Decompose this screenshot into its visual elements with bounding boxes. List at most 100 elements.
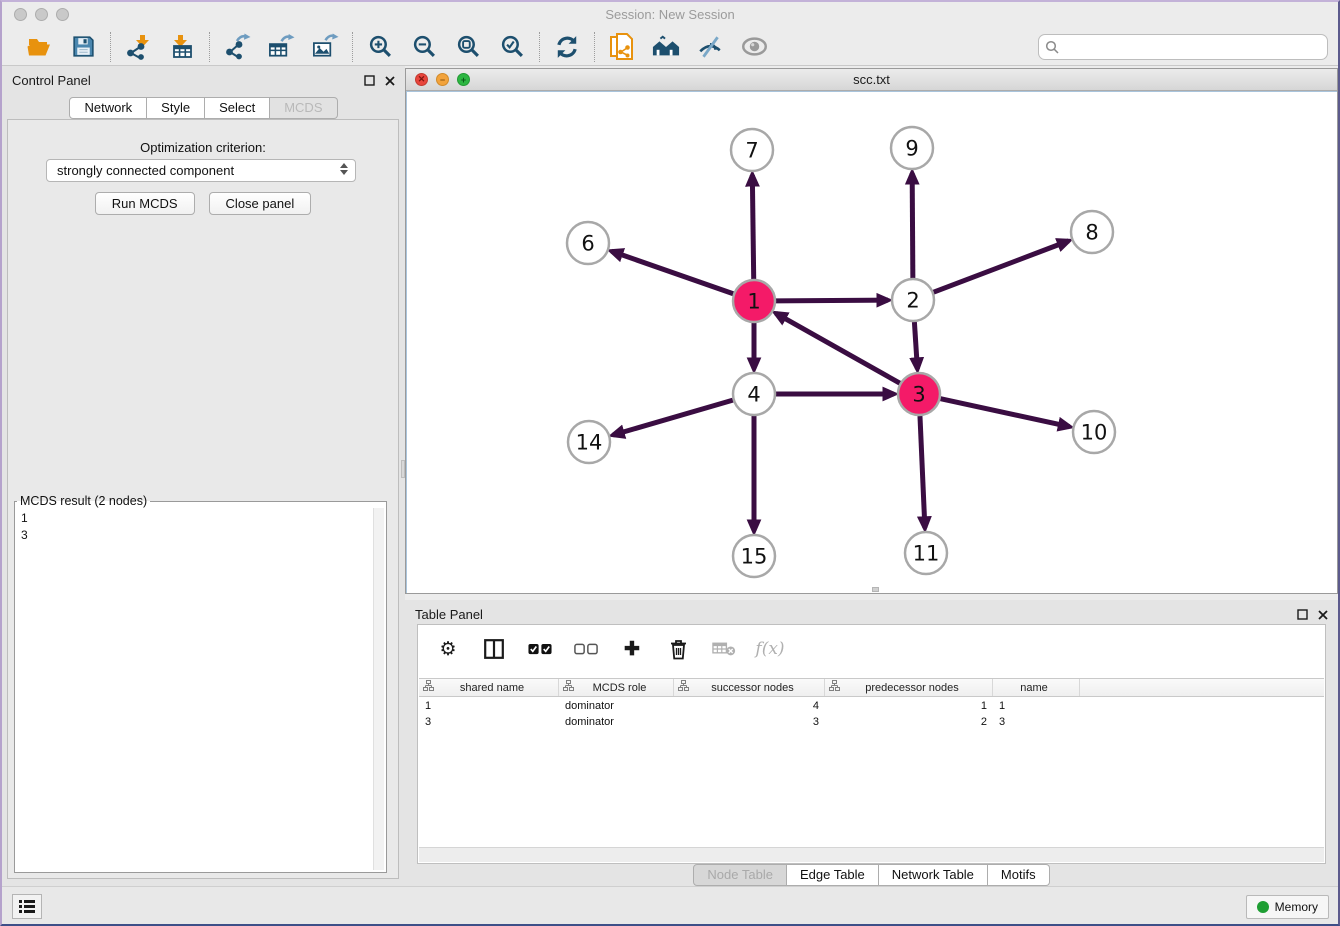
result-scrollbar[interactable] [373,508,384,870]
task-history-button[interactable] [12,894,42,919]
node-label-3: 3 [912,383,925,407]
show-graphics-details-icon[interactable] [740,33,768,61]
export-image-icon[interactable] [311,33,339,61]
apply-layout-icon[interactable] [553,33,581,61]
column-header-shared-name[interactable]: shared name [419,679,559,696]
close-panel-icon[interactable] [385,73,395,91]
table-body: 1dominator4113dominator323 [419,698,1324,730]
search-box [1038,34,1328,60]
column-header-name[interactable]: name [993,679,1080,696]
tab-node-table[interactable]: Node Table [693,864,787,886]
memory-button-label: Memory [1275,900,1318,914]
cell-name[interactable]: 1 [993,700,1080,712]
select-all-columns-icon[interactable] [528,637,552,661]
tab-style[interactable]: Style [147,97,205,119]
open-file-icon[interactable] [25,33,53,61]
show-columns-icon[interactable] [482,637,506,661]
node-label-15: 15 [741,545,768,569]
node-label-10: 10 [1081,421,1108,445]
title-bar: Session: New Session [2,2,1338,28]
mcds-result-text[interactable]: 1 3 [17,508,372,870]
import-network-icon[interactable] [124,33,152,61]
edge-3-1[interactable] [776,313,900,383]
node-label-2: 2 [906,289,919,313]
edge-1-6[interactable] [612,251,734,293]
flat-hierarchy-icon [563,680,574,695]
edge-1-7[interactable] [752,175,753,279]
unselect-all-columns-icon[interactable] [574,637,598,661]
edge-3-11[interactable] [920,416,925,528]
cell-mcds-role[interactable]: dominator [559,716,674,728]
tab-motifs[interactable]: Motifs [988,864,1050,886]
status-bar: Memory [2,886,1338,924]
table-row[interactable]: 3dominator323 [419,714,1324,730]
column-header-label: predecessor nodes [840,682,992,694]
main-toolbar [2,28,1338,66]
network-canvas[interactable]: 1234678910111415 [406,91,1337,593]
edge-4-14[interactable] [613,400,733,435]
window-title: Session: New Session [2,7,1338,22]
mcds-result-box: MCDS result (2 nodes) 1 3 [14,494,387,873]
table-row[interactable]: 1dominator411 [419,698,1324,714]
export-table-icon[interactable] [267,33,295,61]
cell-predecessor-nodes[interactable]: 1 [825,700,993,712]
import-table-icon[interactable] [168,33,196,61]
table-panel: Table Panel ⚙ ✚ [405,600,1338,888]
node-label-11: 11 [913,542,940,566]
cell-shared-name[interactable]: 1 [419,700,559,712]
flat-hierarchy-icon [829,680,840,695]
dropdown-stepper-icon [340,163,348,175]
zoom-in-icon[interactable] [366,33,394,61]
memory-button[interactable]: Memory [1246,895,1329,919]
tab-network-table[interactable]: Network Table [879,864,988,886]
application-window: Session: New Session [0,0,1340,926]
control-panel-title: Control Panel [12,73,91,88]
search-input[interactable] [1038,34,1328,60]
close-panel-button[interactable]: Close panel [209,192,312,215]
control-panel-tabs: NetworkStyleSelectMCDS [2,97,405,119]
edge-1-2[interactable] [776,300,888,301]
cell-name[interactable]: 3 [993,716,1080,728]
run-mcds-button[interactable]: Run MCDS [95,192,195,215]
column-header-mcds-role[interactable]: MCDS role [559,679,674,696]
canvas-grip[interactable] [872,587,879,592]
edge-2-9[interactable] [912,173,913,278]
save-session-icon[interactable] [69,33,97,61]
float-panel-icon[interactable] [364,73,375,91]
zoom-selected-icon[interactable] [498,33,526,61]
add-column-icon[interactable]: ✚ [620,637,644,661]
cell-predecessor-nodes[interactable]: 2 [825,716,993,728]
column-header-predecessor-nodes[interactable]: predecessor nodes [825,679,993,696]
hide-panels-icon[interactable] [696,33,724,61]
network-graph[interactable]: 1234678910111415 [407,92,1338,595]
tab-select[interactable]: Select [205,97,270,119]
network-window-titlebar[interactable]: ✕ − + scc.txt [406,69,1337,91]
clone-network-icon[interactable] [608,33,636,61]
cell-mcds-role[interactable]: dominator [559,700,674,712]
tab-mcds[interactable]: MCDS [270,97,337,119]
cell-shared-name[interactable]: 3 [419,716,559,728]
export-network-icon[interactable] [223,33,251,61]
close-panel-icon[interactable] [1318,607,1328,625]
column-header-label: successor nodes [689,682,824,694]
memory-status-icon [1257,901,1269,913]
criterion-dropdown[interactable]: strongly connected component [46,159,356,182]
table-hscrollbar[interactable] [419,847,1324,862]
column-header-successor-nodes[interactable]: successor nodes [674,679,825,696]
edge-2-8[interactable] [934,241,1069,292]
column-header-label: name [997,682,1079,694]
first-neighbors-icon[interactable] [652,33,680,61]
tab-edge-table[interactable]: Edge Table [787,864,879,886]
function-builder-icon[interactable]: f(x) [758,637,782,661]
zoom-out-icon[interactable] [410,33,438,61]
edge-3-10[interactable] [940,399,1069,427]
zoom-fit-icon[interactable] [454,33,482,61]
table-options-icon[interactable]: ⚙ [436,637,460,661]
cell-successor-nodes[interactable]: 3 [674,716,825,728]
tab-network[interactable]: Network [69,97,147,119]
delete-columns-icon[interactable] [666,637,690,661]
edge-2-3[interactable] [914,322,917,369]
float-panel-icon[interactable] [1297,607,1308,625]
delete-table-icon[interactable] [712,637,736,661]
cell-successor-nodes[interactable]: 4 [674,700,825,712]
